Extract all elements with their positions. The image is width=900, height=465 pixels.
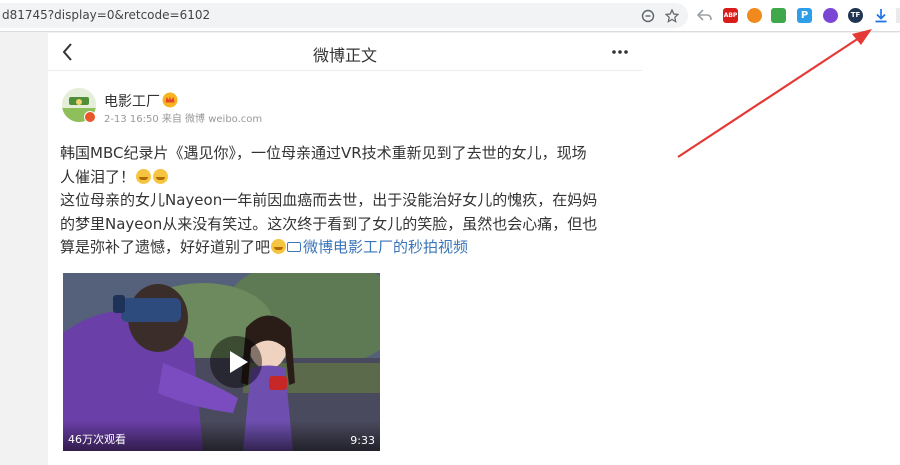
green-extension-icon[interactable] [771,8,786,23]
video-link-text[interactable]: 微博电影工厂的秒拍视频 [303,238,468,256]
tf-extension-icon[interactable]: TF [848,8,863,23]
abp-extension-icon[interactable]: ABP [723,8,738,23]
download-icon[interactable] [874,8,888,23]
verified-badge-icon [84,111,96,123]
p-extension-icon[interactable]: P [797,8,812,23]
purple-extension-icon[interactable] [823,8,838,23]
author-name[interactable]: 电影工厂 [104,91,160,111]
address-bar[interactable]: d81745?display=0&retcode=6102 [0,3,688,28]
crying-emoji-icon [271,239,287,254]
post-line-3: 这位母亲的女儿Nayeon一年前因血癌而去世，出于没能治好女儿的愧疚，在妈妈 [60,191,598,209]
page-area: 微博正文 电影工厂 2-13 16:50 来自 微博 weibo.com 韩国M… [0,33,900,465]
orange-extension-icon[interactable] [747,8,762,23]
video-camera-icon [287,242,302,252]
weibo-post-card: 微博正文 电影工厂 2-13 16:50 来自 微博 weibo.com 韩国M… [48,33,642,465]
post-meta: 2-13 16:50 来自 微博 weibo.com [104,114,263,125]
right-blank-area [642,33,900,465]
reply-arrow-icon[interactable] [697,9,712,22]
post-line-2: 人催泪了！ [60,166,632,190]
page-title: 微博正文 [312,46,377,65]
video-link[interactable]: 微博电影工厂的秒拍视频 [287,238,468,256]
post-line-1: 韩国MBC纪录片《遇见你》，一位母亲通过VR技术重新见到了去世的女儿，现场 [60,144,587,162]
post-line-4: 的梦里Nayeon从来没有笑过。这次终于看到了女儿的笑脸，虽然也会心痛，但也 [60,214,598,233]
video-view-count: 46万次观看 [68,433,126,446]
crying-emoji-icon [153,168,169,184]
top-nav: 微博正文 [48,33,642,71]
post-line-5-text: 算是弥补了遗憾，好好道别了吧 [60,238,271,256]
video-player[interactable]: 46万次观看 9:33 [63,273,380,451]
member-crown-icon[interactable] [162,92,178,108]
post-line-2-text: 人催泪了！ [60,167,136,186]
play-button[interactable] [210,336,262,388]
post-content: 韩国MBC纪录片《遇见你》，一位母亲通过VR技术重新见到了去世的女儿，现场 人催… [60,142,632,260]
post-line-5: 算是弥补了遗憾，好好道别了吧 微博电影工厂的秒拍视频 [60,236,632,260]
zoom-icon[interactable] [641,9,655,23]
more-options-icon[interactable] [610,44,630,60]
bookmark-star-icon[interactable] [665,9,679,23]
url-text[interactable]: d81745?display=0&retcode=6102 [2,8,210,22]
video-duration: 9:33 [350,434,375,447]
crying-emoji-icon [136,168,152,184]
toolbar-edge [896,8,900,23]
browser-toolbar: d81745?display=0&retcode=6102 ABP P TF [0,0,900,32]
